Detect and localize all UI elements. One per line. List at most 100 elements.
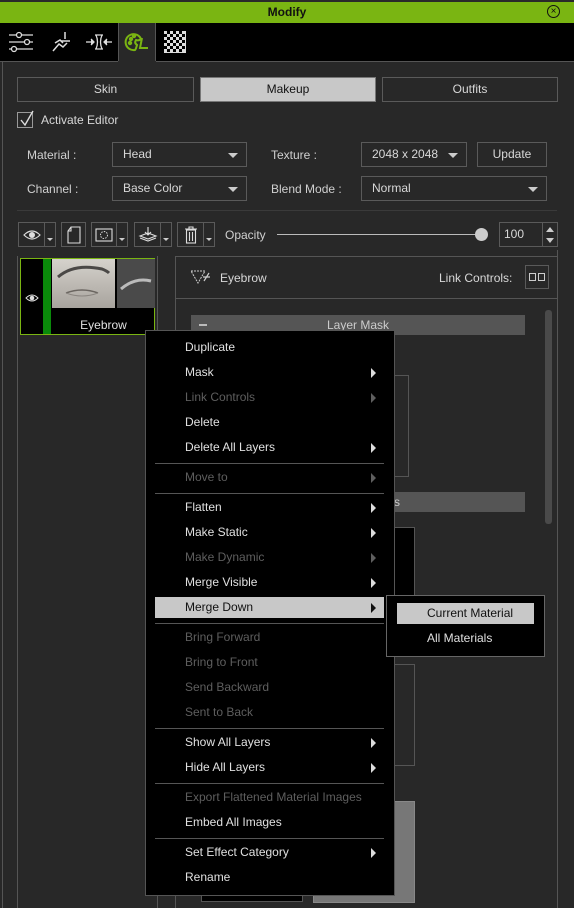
divider bbox=[176, 256, 558, 257]
menu-item-merge-visible[interactable]: Merge Visible bbox=[155, 572, 384, 593]
opacity-slider-track[interactable] bbox=[277, 234, 482, 235]
menu-item-label: Duplicate bbox=[185, 340, 236, 354]
merge-down-submenu: Current Material All Materials bbox=[386, 595, 545, 657]
layer-type-icon bbox=[190, 270, 210, 284]
menu-separator bbox=[155, 838, 384, 839]
panel-border bbox=[557, 250, 558, 908]
delete-layer-button[interactable] bbox=[177, 222, 204, 247]
link-controls-label: Link Controls: bbox=[439, 271, 513, 285]
opacity-input[interactable]: 100 bbox=[499, 222, 543, 247]
menu-item-duplicate[interactable]: Duplicate bbox=[155, 337, 384, 358]
opacity-stepper[interactable] bbox=[543, 222, 558, 247]
chevron-down-icon bbox=[448, 153, 458, 158]
menu-item-delete-all-layers[interactable]: Delete All Layers bbox=[155, 437, 384, 458]
menu-item-bring-to-front: Bring to Front bbox=[155, 652, 384, 673]
divider bbox=[156, 61, 574, 62]
mask-button[interactable] bbox=[91, 222, 117, 247]
menu-item-label: Merge Visible bbox=[185, 575, 258, 589]
morph-icon[interactable] bbox=[80, 23, 118, 61]
panel-border bbox=[2, 62, 3, 908]
menu-item-all-materials[interactable]: All Materials bbox=[397, 628, 534, 649]
menu-item-label: Send Backward bbox=[185, 680, 270, 694]
menu-item-flatten[interactable]: Flatten bbox=[155, 497, 384, 518]
menu-item-label: Set Effect Category bbox=[185, 845, 289, 859]
menu-item-label: Merge Down bbox=[185, 600, 254, 614]
trash-icon bbox=[184, 225, 197, 244]
menu-item-make-dynamic: Make Dynamic bbox=[155, 547, 384, 568]
layer-mask-thumbnail bbox=[117, 259, 155, 308]
mask-icon bbox=[95, 227, 113, 242]
chevron-right-icon bbox=[371, 443, 376, 453]
visibility-button[interactable] bbox=[18, 222, 45, 247]
menu-item-label: Delete bbox=[185, 415, 220, 429]
opacity-slider-handle[interactable] bbox=[475, 228, 488, 241]
arrow-up-icon[interactable] bbox=[546, 227, 554, 232]
menu-item-rename[interactable]: Rename bbox=[155, 867, 384, 888]
mask-dropdown[interactable] bbox=[117, 222, 128, 247]
texture-value: 2048 x 2048 bbox=[372, 147, 439, 161]
layer-stack-button[interactable] bbox=[134, 222, 161, 247]
menu-item-label: Embed All Images bbox=[185, 815, 282, 829]
layer-list-border bbox=[17, 256, 18, 908]
checker-texture-icon[interactable] bbox=[156, 23, 194, 61]
menu-item-embed-all-images[interactable]: Embed All Images bbox=[155, 812, 384, 833]
update-button[interactable]: Update bbox=[477, 142, 547, 167]
check-icon bbox=[20, 110, 34, 127]
blend-mode-value: Normal bbox=[372, 181, 411, 195]
menu-item-label: Flatten bbox=[185, 500, 222, 514]
tab-skin[interactable]: Skin bbox=[17, 77, 194, 102]
menu-item-label: Bring to Front bbox=[185, 655, 258, 669]
link-controls-button[interactable] bbox=[525, 265, 549, 289]
menu-item-show-all-layers[interactable]: Show All Layers bbox=[155, 732, 384, 753]
chevron-right-icon bbox=[371, 393, 376, 403]
menu-separator bbox=[155, 728, 384, 729]
close-icon[interactable]: × bbox=[547, 5, 560, 18]
layer-thumbnail bbox=[52, 259, 115, 308]
sliders-icon[interactable] bbox=[2, 23, 40, 61]
menu-separator bbox=[155, 463, 384, 464]
chevron-right-icon bbox=[371, 473, 376, 483]
visibility-dropdown[interactable] bbox=[45, 222, 56, 247]
scrollbar[interactable] bbox=[545, 310, 552, 524]
collapse-icon[interactable] bbox=[199, 324, 207, 326]
chevron-right-icon bbox=[371, 368, 376, 378]
layer-item[interactable]: Eyebrow bbox=[20, 258, 155, 335]
menu-item-bring-forward: Bring Forward bbox=[155, 627, 384, 648]
layer-stack-dropdown[interactable] bbox=[161, 222, 172, 247]
blend-mode-dropdown[interactable]: Normal bbox=[361, 176, 547, 201]
menu-item-label: Make Static bbox=[185, 525, 248, 539]
eye-icon[interactable] bbox=[25, 293, 39, 303]
delete-dropdown[interactable] bbox=[204, 222, 215, 247]
material-label: Material : bbox=[27, 148, 77, 162]
appearance-editor-icon[interactable] bbox=[118, 23, 156, 61]
window-title: Modify bbox=[267, 5, 307, 19]
menu-item-merge-down[interactable]: Merge Down bbox=[155, 597, 384, 618]
menu-item-export-flattened-material-images: Export Flattened Material Images bbox=[155, 787, 384, 808]
menu-item-label: Mask bbox=[185, 365, 214, 379]
new-layer-button[interactable] bbox=[61, 222, 86, 247]
menu-item-make-static[interactable]: Make Static bbox=[155, 522, 384, 543]
new-layer-icon bbox=[66, 225, 81, 244]
tool-tabs bbox=[0, 23, 574, 61]
tab-makeup[interactable]: Makeup bbox=[200, 77, 376, 102]
activate-editor-label: Activate Editor bbox=[41, 113, 119, 127]
menu-item-mask[interactable]: Mask bbox=[155, 362, 384, 383]
menu-item-set-effect-category[interactable]: Set Effect Category bbox=[155, 842, 384, 863]
material-dropdown[interactable]: Head bbox=[112, 142, 247, 167]
arrow-down-icon[interactable] bbox=[546, 238, 554, 243]
motion-icon[interactable] bbox=[42, 23, 80, 61]
menu-item-label: Export Flattened Material Images bbox=[185, 790, 362, 804]
menu-item-delete[interactable]: Delete bbox=[155, 412, 384, 433]
material-value: Head bbox=[123, 147, 152, 161]
channel-dropdown[interactable]: Base Color bbox=[112, 176, 247, 201]
texture-dropdown[interactable]: 2048 x 2048 bbox=[361, 142, 467, 167]
activate-editor-checkbox[interactable] bbox=[17, 110, 34, 128]
divider bbox=[176, 298, 558, 299]
chevron-right-icon bbox=[371, 738, 376, 748]
menu-item-current-material[interactable]: Current Material bbox=[397, 603, 534, 624]
tab-outfits[interactable]: Outfits bbox=[382, 77, 558, 102]
title-bar: Modify × bbox=[0, 0, 574, 23]
menu-item-hide-all-layers[interactable]: Hide All Layers bbox=[155, 757, 384, 778]
link-icon bbox=[529, 273, 545, 281]
menu-separator bbox=[155, 623, 384, 624]
